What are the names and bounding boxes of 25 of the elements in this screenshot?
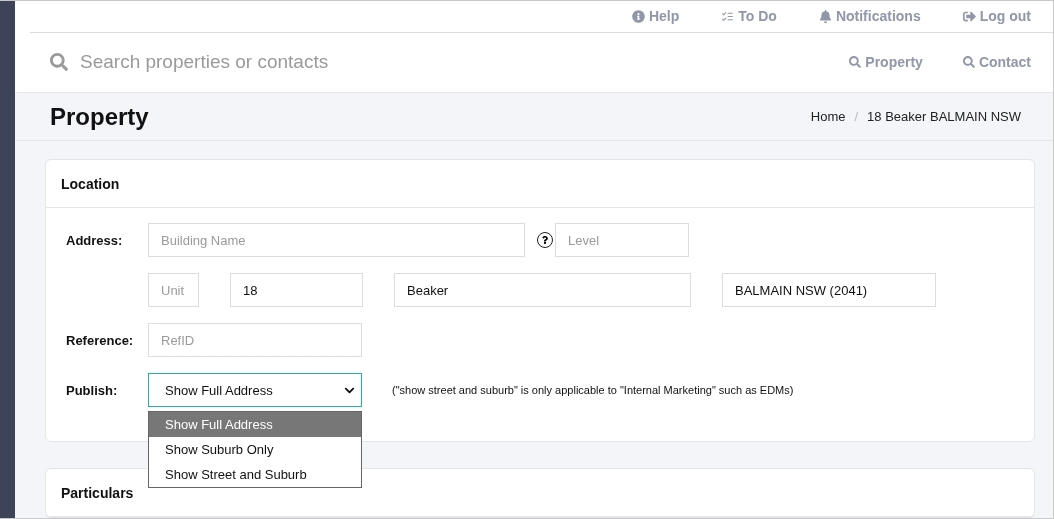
search-icon (849, 56, 862, 69)
field-label: Reference: (66, 332, 135, 348)
field-label: Publish: (66, 382, 119, 398)
input-field[interactable]: RefID (148, 323, 362, 357)
field-label: Address: (66, 232, 124, 248)
input-field[interactable]: Unit (148, 273, 199, 307)
input-field[interactable]: Level (555, 223, 689, 257)
card-title: Location (46, 160, 1034, 208)
input-field[interactable]: Beaker (394, 273, 691, 307)
checklist-icon (721, 9, 735, 23)
input-field[interactable]: BALMAIN NSW (2041) (722, 273, 936, 307)
breadcrumb-separator: / (854, 109, 859, 124)
input-field[interactable]: Building Name (148, 223, 525, 257)
page-title: Property (50, 102, 149, 131)
breadcrumb-link[interactable]: 18 Beaker BALMAIN NSW (867, 109, 1021, 124)
publish-note: ("show street and suburb" is only applicable to "Internal Marketing" such as EDMs) (392, 384, 794, 396)
search-icon (962, 56, 975, 69)
input-field[interactable]: 18 (230, 273, 363, 307)
logout-icon (962, 9, 976, 23)
bell-icon (818, 9, 832, 23)
dropdown-option[interactable]: Show Full Address (149, 412, 361, 437)
info-icon (631, 9, 645, 23)
search-icon (50, 53, 68, 72)
breadcrumb-link[interactable]: Home (810, 109, 846, 124)
publish-select[interactable]: Show Full Address (148, 373, 362, 407)
